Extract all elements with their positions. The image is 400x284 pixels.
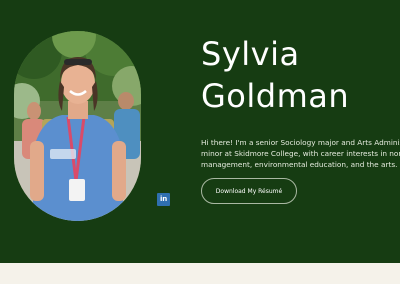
linkedin-glyph: in <box>160 195 167 203</box>
bio-text: Hi there! I'm a senior Sociology major a… <box>201 137 400 171</box>
hero-section: in Sylvia Goldman Hi there! I'm a senior… <box>0 0 400 263</box>
profile-photo-illustration <box>14 31 141 221</box>
name-last: Goldman <box>201 77 350 115</box>
bio-line-1: Hi there! I'm a senior Sociology major a… <box>201 138 400 147</box>
name-first: Sylvia <box>201 35 300 73</box>
profile-photo <box>14 31 141 221</box>
download-resume-button[interactable]: Download My Résumé <box>201 178 297 204</box>
bio-line-3: management, environmental education, and… <box>201 160 398 169</box>
linkedin-icon[interactable]: in <box>157 193 170 206</box>
bio-line-2: minor at Skidmore College, with career i… <box>201 149 400 158</box>
page: in Sylvia Goldman Hi there! I'm a senior… <box>0 0 400 284</box>
next-section-strip <box>0 263 400 284</box>
page-title: Sylvia Goldman <box>201 33 396 117</box>
